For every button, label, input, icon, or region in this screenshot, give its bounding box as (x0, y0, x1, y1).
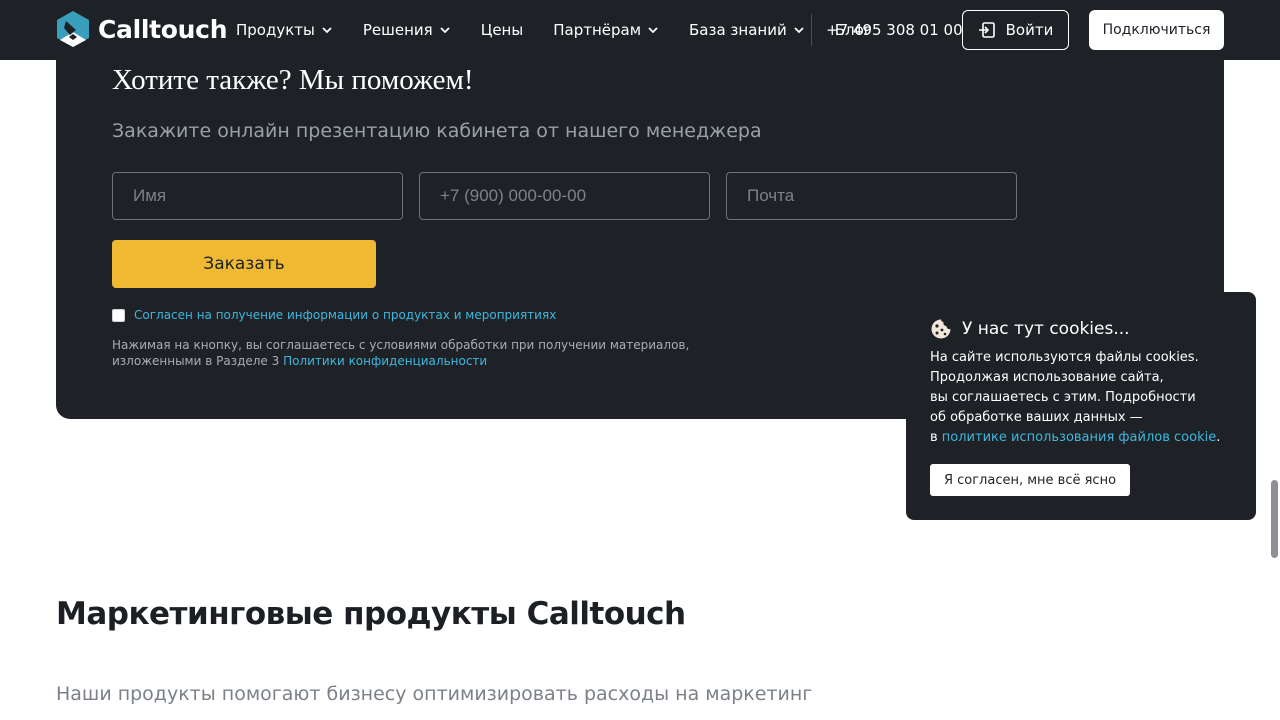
login-button[interactable]: Войти (962, 10, 1069, 50)
calltouch-logo[interactable]: Calltouch (56, 10, 228, 48)
name-input[interactable] (112, 172, 403, 220)
cookie-text-line: вы соглашаетесь с этим. Подробности (930, 390, 1196, 405)
login-button-label: Войти (1005, 21, 1054, 39)
consent-checkbox[interactable] (112, 308, 125, 322)
cookie-text: На сайте используются файлы cookies. Про… (930, 348, 1230, 448)
section-title: Маркетинговые продукты Calltouch (56, 596, 686, 632)
consent-label[interactable]: Согласен на получение информации о проду… (134, 308, 556, 322)
nav-item-label: Цены (480, 21, 524, 39)
cookie-popup: У нас тут cookies... На сайте используют… (906, 292, 1256, 520)
cookie-text-line: в политике использования файлов cookie. (930, 428, 1230, 448)
nav-item-solutions[interactable]: Решения (363, 21, 451, 39)
legal-notice: Нажимая на кнопку, вы соглашаетесь с усл… (112, 337, 742, 369)
calltouch-logo-icon (57, 11, 89, 47)
cookie-policy-link[interactable]: политике использования файлов cookie (942, 430, 1216, 445)
nav-item-label: Решения (362, 21, 433, 39)
chevron-down-icon (794, 27, 804, 34)
chevron-down-icon (440, 27, 450, 34)
cookie-title: У нас тут cookies... (962, 319, 1130, 339)
logo-text: Calltouch (98, 14, 228, 44)
consent-row: Согласен на получение информации о проду… (112, 308, 556, 322)
chevron-down-icon (322, 27, 332, 34)
connect-button[interactable]: Подключиться (1089, 10, 1224, 50)
chevron-down-icon (648, 27, 658, 34)
nav-item-label: Партнёрам (553, 21, 642, 39)
nav-item-products[interactable]: Продукты (236, 21, 333, 39)
nav-item-partners[interactable]: Партнёрам (553, 21, 659, 39)
phone-input[interactable] (419, 172, 710, 220)
cookie-link-suffix: . (1216, 430, 1221, 445)
nav-item-label: Продукты (236, 21, 315, 39)
phone-link[interactable]: +7 495 308 01 00 (826, 0, 963, 60)
nav-item-prices[interactable]: Цены (481, 21, 524, 39)
cookie-text-line: об обработке ваших данных — (930, 410, 1143, 425)
cookie-header: У нас тут cookies... (930, 318, 1130, 340)
form-title: Хотите также? Мы поможем! (112, 64, 474, 96)
site-header: Calltouch Продукты Решения Цены Партнёра… (0, 0, 1280, 60)
cookie-text-line: Продолжая использование сайта, (930, 370, 1164, 385)
page-scrollbar[interactable] (1271, 480, 1278, 558)
nav-item-knowledge-base[interactable]: База знаний (689, 21, 805, 39)
nav-divider (811, 14, 812, 46)
cookie-accept-button[interactable]: Я согласен, мне всё ясно (930, 464, 1130, 496)
nav-item-label: База знаний (689, 21, 787, 39)
cookie-link-prefix: в (930, 430, 942, 445)
privacy-policy-link[interactable]: Политики конфиденциальности (283, 354, 487, 368)
section-subtitle: Наши продукты помогают бизнесу оптимизир… (56, 683, 813, 705)
email-input[interactable] (726, 172, 1017, 220)
main-nav: Продукты Решения Цены Партнёрам База зна… (236, 0, 902, 60)
cookie-text-line: На сайте используются файлы cookies. (930, 350, 1199, 365)
login-icon (978, 22, 995, 38)
form-subtitle: Закажите онлайн презентацию кабинета от … (112, 120, 762, 142)
cookie-icon (931, 319, 951, 339)
order-button[interactable]: Заказать (112, 240, 376, 288)
